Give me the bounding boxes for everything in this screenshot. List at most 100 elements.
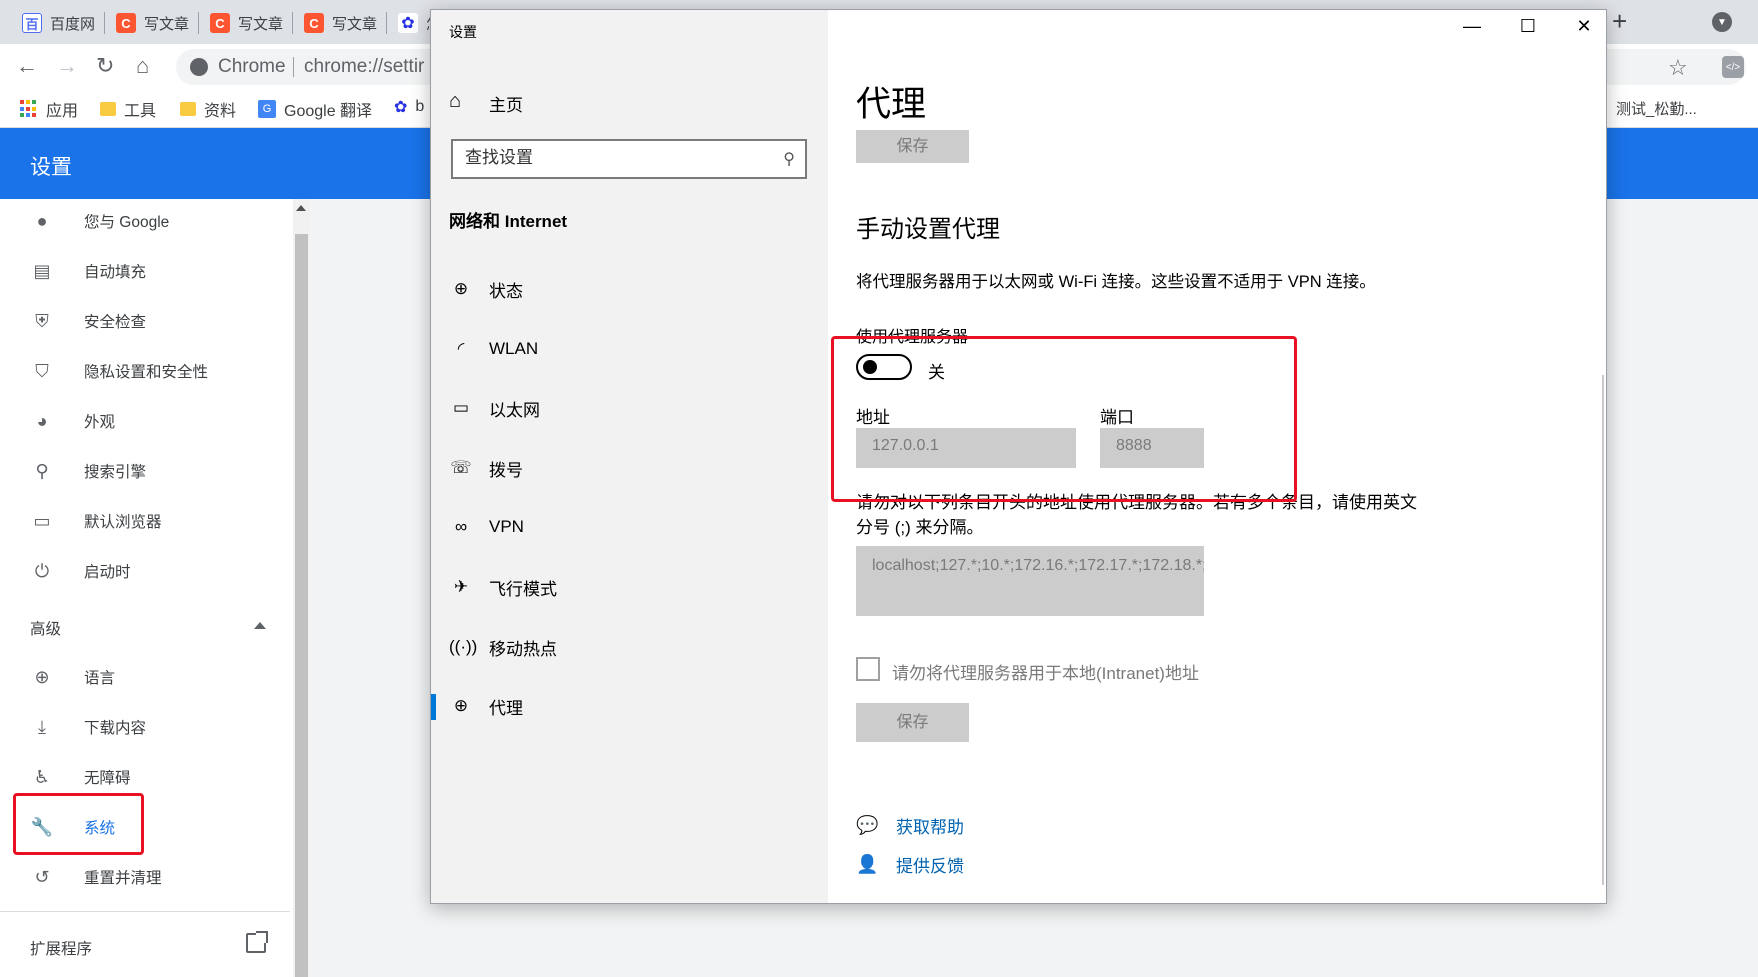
proxy-settings-pane: 代理 保存 手动设置代理 将代理服务器用于以太网或 Wi-Fi 连接。这些设置不… <box>828 10 1606 903</box>
nav-item-status[interactable]: ⊕ 状态 <box>431 267 828 311</box>
get-help-link[interactable]: 💬 获取帮助 <box>856 813 964 838</box>
nav-item-label: 飞行模式 <box>489 579 557 599</box>
home-icon: ⌂ <box>449 90 462 112</box>
sidebar-item-default-browser[interactable]: ▭ 默认浏览器 <box>0 499 290 543</box>
tab-label: 百度网 <box>50 15 96 33</box>
nav-item-dialup[interactable]: ☏ 拨号 <box>431 446 828 490</box>
home-icon[interactable]: ⌂ <box>136 52 149 80</box>
sidebar-item-label: 自动填充 <box>84 264 147 281</box>
sidebar-item-label: 外观 <box>84 414 116 431</box>
scroll-up-arrow-icon[interactable] <box>296 205 306 211</box>
nav-item-airplane-mode[interactable]: ✈ 飞行模式 <box>431 565 828 609</box>
status-globe-icon: ⊕ <box>453 279 469 298</box>
get-help-label: 获取帮助 <box>896 818 964 837</box>
history-icon: ↺ <box>34 866 50 887</box>
csdn-icon: C <box>304 13 324 33</box>
give-feedback-label: 提供反馈 <box>896 857 964 876</box>
sidebar-item-accessibility[interactable]: ♿ 无障碍 <box>0 755 290 799</box>
sidebar-item-label: 语言 <box>84 670 116 687</box>
tab-label: 写文章 <box>332 15 378 33</box>
sidebar-scrollbar-thumb[interactable] <box>295 234 308 977</box>
airplane-icon: ✈ <box>453 577 469 596</box>
sidebar-item-downloads[interactable]: ⤓ 下载内容 <box>0 705 290 749</box>
sidebar-item-system[interactable]: 🔧 系统 <box>0 805 290 849</box>
sidebar-item-label: 启动时 <box>84 564 131 581</box>
back-arrow-icon[interactable]: ← <box>16 52 38 80</box>
save-button-manual[interactable]: 保存 <box>856 703 969 742</box>
save-button-auto[interactable]: 保存 <box>856 130 969 163</box>
port-field[interactable]: 8888 <box>1100 428 1204 468</box>
nav-home[interactable]: ⌂ 主页 <box>449 90 523 115</box>
give-feedback-link[interactable]: 👤 提供反馈 <box>856 852 964 877</box>
bookmark-tools[interactable]: 工具 <box>100 97 156 121</box>
bookmark-resources[interactable]: 资料 <box>180 97 236 121</box>
sidebar-item-extensions[interactable]: 扩展程序 <box>30 937 92 959</box>
palette-icon: ◕ <box>36 410 48 431</box>
tab-csdn-1[interactable]: C 写文章 <box>106 6 199 40</box>
sidebar-item-appearance[interactable]: ◕ 外观 <box>0 399 290 443</box>
tab-csdn-2[interactable]: C 写文章 <box>200 6 293 40</box>
baidu-paw-icon: ✿ <box>398 13 418 33</box>
vpn-icon: ∞ <box>454 517 468 536</box>
sidebar-item-reset[interactable]: ↺ 重置并清理 <box>0 855 290 899</box>
address-label: 地址 <box>856 408 890 427</box>
sidebar-item-label: 隐私设置和安全性 <box>84 364 209 381</box>
extension-code-icon[interactable]: </> <box>1722 56 1744 78</box>
csdn-icon: C <box>210 13 230 33</box>
address-field[interactable]: 127.0.0.1 <box>856 428 1076 468</box>
chrome-settings-sidebar: ● 您与 Google ▤ 自动填充 ⛨ 安全检查 ⛉ 隐私设置和安全性 ◕ 外… <box>0 199 294 977</box>
forward-arrow-icon[interactable]: → <box>56 52 78 80</box>
bookmark-label: Google 翻译 <box>284 103 373 120</box>
nav-item-label: 以太网 <box>489 400 540 420</box>
sidebar-item-you-and-google[interactable]: ● 您与 Google <box>0 199 290 243</box>
bypass-local-label: 请勿将代理服务器用于本地(Intranet)地址 <box>892 664 1199 683</box>
nav-item-wlan[interactable]: ◜ WLAN <box>431 327 828 371</box>
settings-search-box[interactable]: ⚲ <box>451 139 807 179</box>
use-proxy-label: 使用代理服务器 <box>856 329 969 346</box>
sidebar-item-autofill[interactable]: ▤ 自动填充 <box>0 249 290 293</box>
omnibox-divider <box>293 57 294 77</box>
nav-item-proxy[interactable]: ⊕ 代理 <box>431 684 828 728</box>
search-icon[interactable]: ⚲ <box>783 149 795 169</box>
bypass-local-checkbox[interactable] <box>856 657 880 681</box>
sidebar-item-privacy[interactable]: ⛉ 隐私设置和安全性 <box>0 349 290 393</box>
google-translate-icon: G <box>258 100 276 118</box>
chrome-site-icon <box>190 58 208 76</box>
search-icon: ⚲ <box>35 460 49 481</box>
use-proxy-toggle[interactable] <box>856 354 912 380</box>
bookmark-baidu[interactable]: ✿ b <box>394 97 424 117</box>
sidebar-item-label: 搜索引擎 <box>84 464 147 481</box>
nav-item-hotspot[interactable]: ((·)) 移动热点 <box>431 625 828 669</box>
chevron-up-icon[interactable] <box>254 622 266 629</box>
reload-icon[interactable]: ↻ <box>96 52 114 80</box>
bookmark-overflow-label[interactable]: 测试_松勤... <box>1616 98 1697 119</box>
port-label: 端口 <box>1100 408 1134 427</box>
sidebar-item-safety-check[interactable]: ⛨ 安全检查 <box>0 299 290 343</box>
windows-settings-nav-pane: 设置 ⌂ 主页 ⚲ 网络和 Internet ⊕ 状态 ◜ WLAN ▭ 以太网… <box>431 10 828 903</box>
sidebar-advanced-toggle[interactable]: 高级 <box>30 617 61 639</box>
manual-proxy-heading: 手动设置代理 <box>856 216 1000 243</box>
baidu-icon: 百 <box>22 13 42 33</box>
dialup-icon: ☏ <box>450 458 472 477</box>
bookmark-apps[interactable]: 应用 <box>20 97 78 121</box>
bookmark-star-icon[interactable]: ☆ <box>1668 55 1688 81</box>
sidebar-item-languages[interactable]: ⊕ 语言 <box>0 655 290 699</box>
exceptions-textarea[interactable]: localhost;127.*;10.*;172.16.*;172.17.*;1… <box>856 546 1204 616</box>
bookmark-label: 工具 <box>124 103 157 120</box>
tab-csdn-3[interactable]: C 写文章 <box>294 6 387 40</box>
nav-item-label: 移动热点 <box>489 639 557 659</box>
pane-scrollbar[interactable] <box>1602 375 1604 885</box>
sidebar-item-on-startup[interactable]: ⏻ 启动时 <box>0 549 290 593</box>
tab-baidu[interactable]: 百 百度网 <box>12 6 105 40</box>
bookmark-google-translate[interactable]: G Google 翻译 <box>258 97 372 121</box>
settings-search-input[interactable] <box>465 148 765 168</box>
open-in-new-icon[interactable] <box>246 931 268 953</box>
help-chat-icon: 💬 <box>856 815 879 835</box>
nav-item-vpn[interactable]: ∞ VPN <box>431 505 828 549</box>
nav-item-ethernet[interactable]: ▭ 以太网 <box>431 386 828 430</box>
accessibility-icon: ♿ <box>33 766 51 787</box>
nav-section-title: 网络和 Internet <box>449 212 568 231</box>
sidebar-item-search-engine[interactable]: ⚲ 搜索引擎 <box>0 449 290 493</box>
new-tab-plus-icon[interactable]: + <box>1612 6 1627 37</box>
tab-search-chevron-icon[interactable]: ▼ <box>1712 12 1732 32</box>
